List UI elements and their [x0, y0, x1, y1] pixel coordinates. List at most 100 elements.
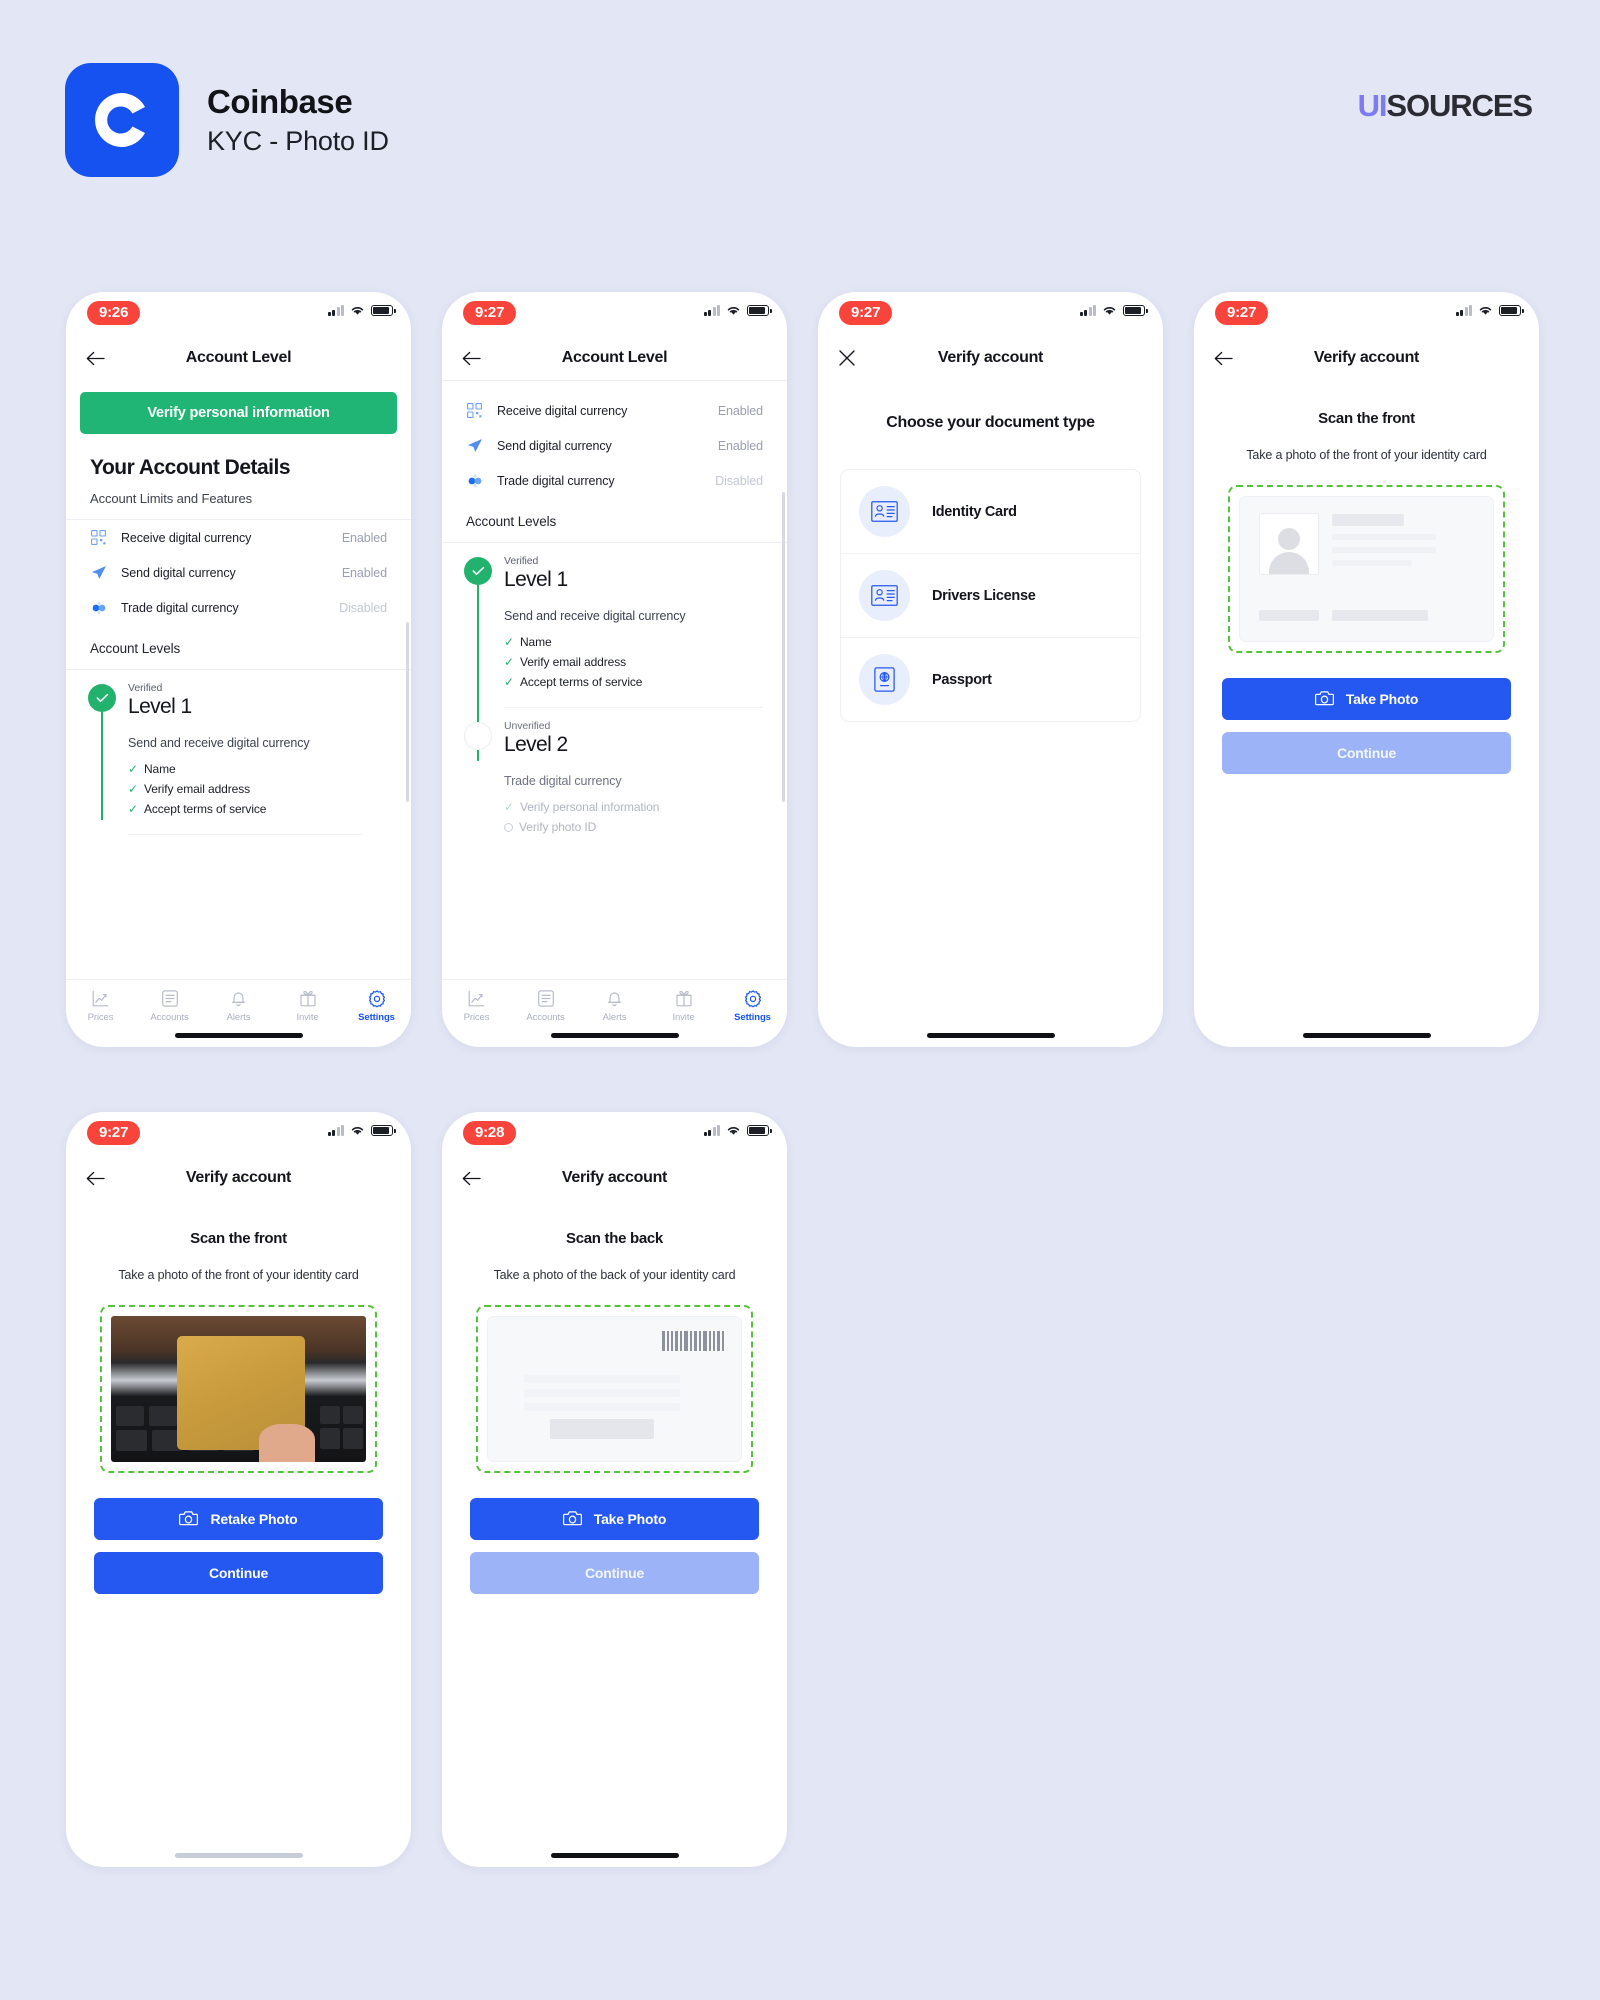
- doc-option-label: Passport: [932, 671, 992, 688]
- id-text-line: [1332, 534, 1436, 540]
- send-paper-plane-icon: [466, 437, 483, 454]
- tab-label: Alerts: [226, 1012, 251, 1023]
- watermark-sources-text: SOURCES: [1386, 88, 1533, 123]
- scrollbar[interactable]: [406, 622, 409, 802]
- feature-row-send[interactable]: Send digital currency Enabled: [66, 555, 411, 590]
- tab-label: Accounts: [150, 1012, 189, 1023]
- continue-button[interactable]: Continue: [1222, 732, 1511, 774]
- status-bar: 9:27: [66, 1112, 411, 1156]
- button-label: Take Photo: [593, 1511, 667, 1527]
- requirement-item: ✓ Name: [128, 762, 387, 776]
- requirement-item-done: ✓ Verify personal information: [504, 800, 763, 814]
- feature-row-receive[interactable]: Receive digital currency Enabled: [442, 393, 787, 428]
- tab-invite[interactable]: Invite: [649, 989, 718, 1023]
- back-arrow-icon[interactable]: [80, 1163, 110, 1193]
- tab-prices[interactable]: Prices: [66, 989, 135, 1023]
- requirement-item: ✓ Name: [504, 635, 763, 649]
- status-icons: [327, 1125, 396, 1136]
- tab-prices[interactable]: Prices: [442, 989, 511, 1023]
- scan-instruction: Take a photo of the front of your identi…: [1246, 448, 1487, 462]
- id-card-icon: [859, 570, 910, 621]
- section-heading-account-levels: Account Levels: [466, 514, 557, 529]
- retake-photo-button[interactable]: Retake Photo: [94, 1498, 383, 1540]
- check-icon: ✓: [504, 800, 514, 814]
- take-photo-button[interactable]: Take Photo: [470, 1498, 759, 1540]
- feature-label: Receive digital currency: [497, 403, 628, 418]
- wifi-icon: [727, 1127, 740, 1135]
- trade-dots-icon: [466, 472, 483, 489]
- cellular-signal-icon: [703, 305, 720, 316]
- tab-label: Prices: [87, 1012, 114, 1023]
- home-indicator: [174, 1853, 303, 1858]
- tab-accounts[interactable]: Accounts: [511, 989, 580, 1023]
- home-indicator: [550, 1853, 679, 1858]
- requirement-label: Accept terms of service: [143, 802, 267, 816]
- scan-capture-frame[interactable]: [476, 1305, 753, 1473]
- status-bar: 9:26: [66, 292, 411, 336]
- requirement-label: Verify email address: [143, 782, 251, 796]
- requirement-item-todo: Verify photo ID: [504, 820, 763, 834]
- status-icons: [1455, 305, 1524, 316]
- feature-row-send[interactable]: Send digital currency Enabled: [442, 428, 787, 463]
- feature-row-receive[interactable]: Receive digital currency Enabled: [66, 520, 411, 555]
- scan-instruction: Take a photo of the front of your identi…: [118, 1268, 359, 1282]
- back-arrow-icon[interactable]: [456, 1163, 486, 1193]
- battery-icon: [747, 305, 772, 316]
- level-unverified-circle-icon: [464, 722, 492, 750]
- scan-heading: Scan the front: [1318, 410, 1415, 427]
- back-arrow-icon[interactable]: [1208, 343, 1238, 373]
- level-name: Level 1: [128, 695, 192, 718]
- screen-account-level-scrolled-top: 9:26 Account Level Verify personal infor…: [66, 292, 411, 1047]
- scrollbar[interactable]: [782, 492, 785, 802]
- timeline-line: [101, 710, 103, 820]
- coinbase-logo-icon: [65, 63, 179, 177]
- continue-button[interactable]: Continue: [94, 1552, 383, 1594]
- barcode-icon: [662, 1331, 724, 1351]
- nav-bar: Account Level: [66, 336, 411, 380]
- bell-icon: [231, 989, 246, 1008]
- back-arrow-icon[interactable]: [80, 343, 110, 373]
- take-photo-button[interactable]: Take Photo: [1222, 678, 1511, 720]
- bell-icon: [607, 989, 622, 1008]
- id-text-line: [524, 1403, 680, 1411]
- feature-row-trade[interactable]: Trade digital currency Disabled: [66, 590, 411, 625]
- tab-alerts[interactable]: Alerts: [204, 989, 273, 1023]
- screen-account-level-scrolled-down: 9:27 Account Level Receive digital curre…: [442, 292, 787, 1047]
- doc-option-label: Drivers License: [932, 587, 1036, 604]
- tab-settings[interactable]: Settings: [718, 989, 787, 1023]
- scan-capture-frame[interactable]: [1228, 485, 1505, 653]
- doc-option-drivers-license[interactable]: Drivers License: [841, 553, 1140, 637]
- status-clock: 9:27: [839, 301, 893, 325]
- id-card-back-placeholder: [487, 1316, 742, 1462]
- feature-row-trade[interactable]: Trade digital currency Disabled: [442, 463, 787, 498]
- qr-code-icon: [90, 529, 107, 546]
- scan-capture-frame[interactable]: [100, 1305, 377, 1473]
- verify-personal-information-button[interactable]: Verify personal information: [80, 392, 397, 434]
- cellular-signal-icon: [1455, 305, 1472, 316]
- id-card-icon: [859, 486, 910, 537]
- close-x-icon[interactable]: [832, 343, 862, 373]
- status-bar: 9:27: [442, 292, 787, 336]
- id-text-line: [1332, 514, 1404, 526]
- status-clock: 9:28: [463, 1121, 517, 1145]
- cellular-signal-icon: [327, 1125, 344, 1136]
- doc-option-identity-card[interactable]: Identity Card: [841, 470, 1140, 553]
- divider: [128, 834, 363, 835]
- home-indicator: [926, 1033, 1055, 1038]
- continue-button[interactable]: Continue: [470, 1552, 759, 1594]
- gift-icon: [675, 989, 692, 1008]
- back-arrow-icon[interactable]: [456, 343, 486, 373]
- cellular-signal-icon: [703, 1125, 720, 1136]
- tab-accounts[interactable]: Accounts: [135, 989, 204, 1023]
- screen-scan-front-captured: 9:27 Verify account Scan the front Take …: [66, 1112, 411, 1867]
- status-bar: 9:27: [1194, 292, 1539, 336]
- tab-alerts[interactable]: Alerts: [580, 989, 649, 1023]
- wifi-icon: [727, 307, 740, 315]
- cellular-signal-icon: [1079, 305, 1096, 316]
- page-title: Account Level: [561, 349, 668, 366]
- doc-option-passport[interactable]: Passport: [841, 637, 1140, 721]
- tab-settings[interactable]: Settings: [342, 989, 411, 1023]
- tab-label: Invite: [672, 1012, 695, 1023]
- tab-invite[interactable]: Invite: [273, 989, 342, 1023]
- brand-block: Coinbase KYC - Photo ID: [65, 63, 389, 177]
